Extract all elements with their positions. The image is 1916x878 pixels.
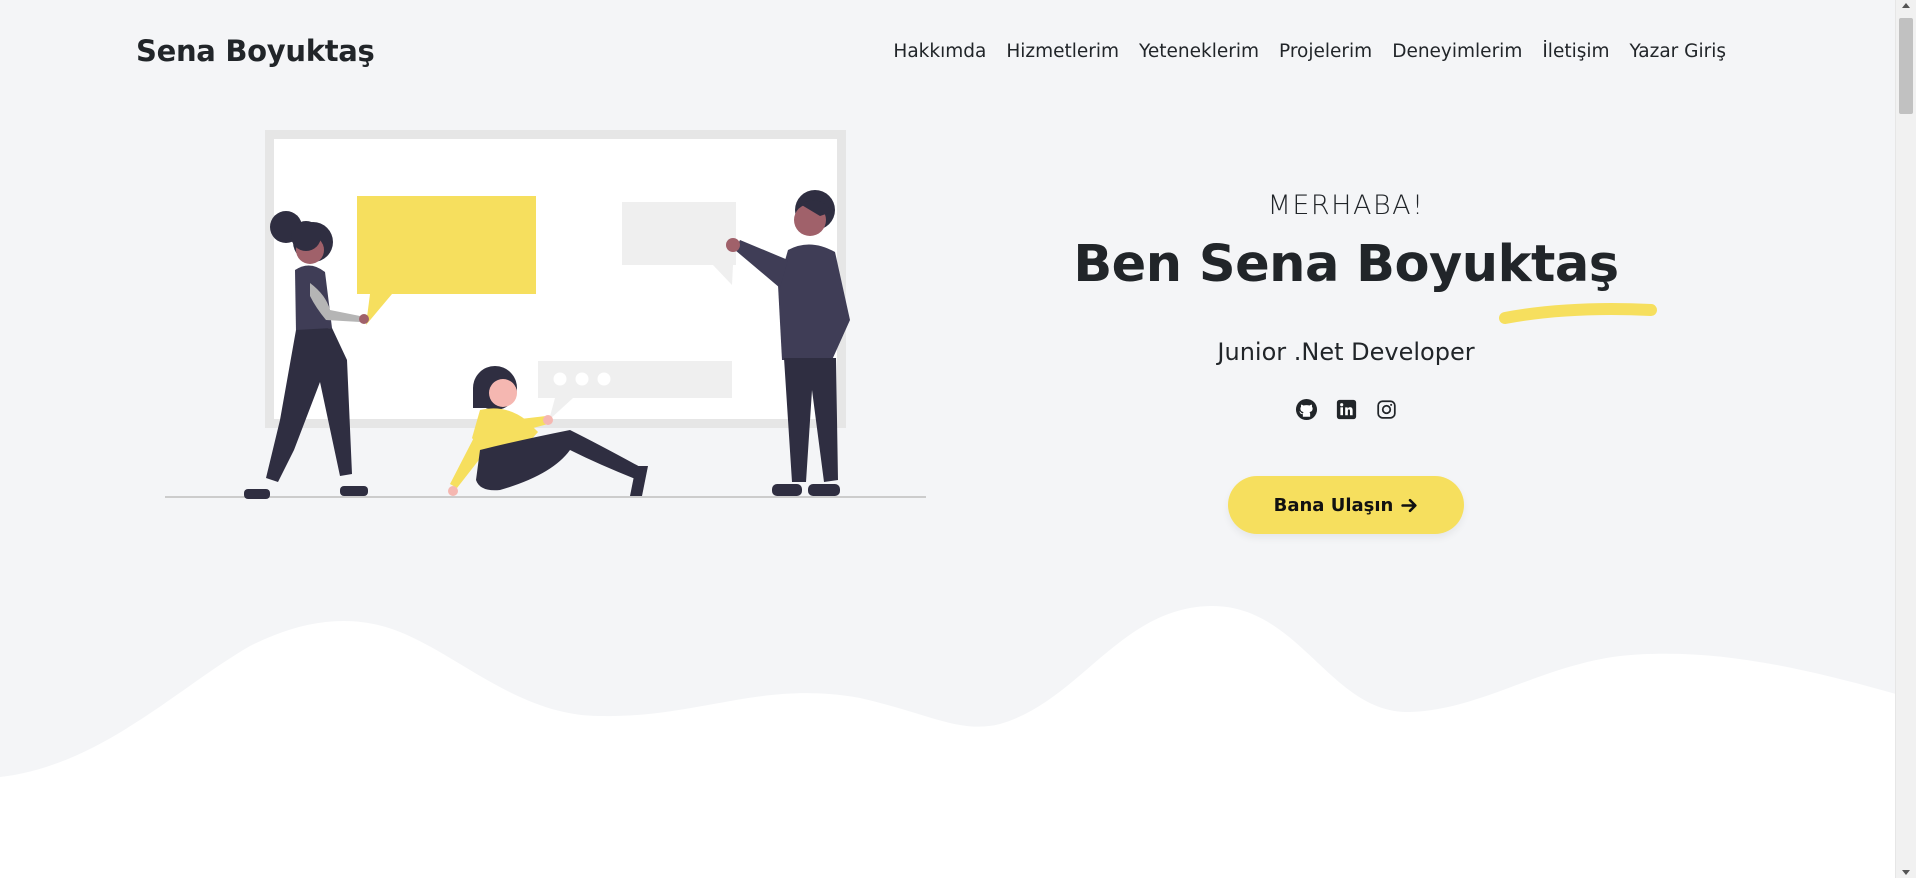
page: Sena Boyuktaş Hakkımda Hizmetlerim Yeten… (0, 0, 1896, 878)
hero-subtitle: Junior .Net Developer (1217, 338, 1475, 366)
nav-item-hizmetlerim[interactable]: Hizmetlerim (1006, 41, 1119, 62)
hero-wave-divider (0, 605, 1896, 878)
scroll-down-arrow-icon[interactable] (1902, 870, 1910, 875)
hero-headline-text: Ben Sena Boyuktaş (1073, 235, 1619, 294)
main-nav: Hakkımda Hizmetlerim Yeteneklerim Projel… (893, 41, 1726, 62)
github-icon[interactable] (1295, 398, 1318, 421)
headline-underline-decoration (1498, 303, 1657, 324)
social-links (1026, 398, 1666, 421)
scrollbar-thumb[interactable] (1899, 18, 1913, 114)
linkedin-icon[interactable] (1335, 398, 1358, 421)
nav-item-hakkimda[interactable]: Hakkımda (893, 41, 986, 62)
hero-headline: Ben Sena Boyuktaş (1073, 235, 1657, 324)
page-scrollbar[interactable] (1895, 0, 1916, 878)
brand-logo[interactable]: Sena Boyuktaş (136, 34, 375, 68)
nav-item-yazar-giris[interactable]: Yazar Giriş (1630, 41, 1726, 62)
arrow-right-icon (1401, 498, 1417, 512)
nav-item-deneyimlerim[interactable]: Deneyimlerim (1392, 41, 1522, 62)
scroll-up-arrow-icon[interactable] (1902, 3, 1910, 8)
instagram-icon[interactable] (1375, 398, 1398, 421)
nav-item-yeteneklerim[interactable]: Yeteneklerim (1139, 41, 1259, 62)
contact-button-label: Bana Ulaşın (1273, 494, 1394, 516)
contact-button[interactable]: Bana Ulaşın (1227, 476, 1465, 534)
nav-item-iletisim[interactable]: İletişim (1542, 41, 1609, 62)
nav-item-projelerim[interactable]: Projelerim (1279, 41, 1372, 62)
hero-illustration (165, 130, 926, 499)
hero-text: MERHABA! Ben Sena Boyuktaş Junior .Net D… (1026, 190, 1666, 534)
hero-greeting: MERHABA! (1267, 190, 1425, 221)
